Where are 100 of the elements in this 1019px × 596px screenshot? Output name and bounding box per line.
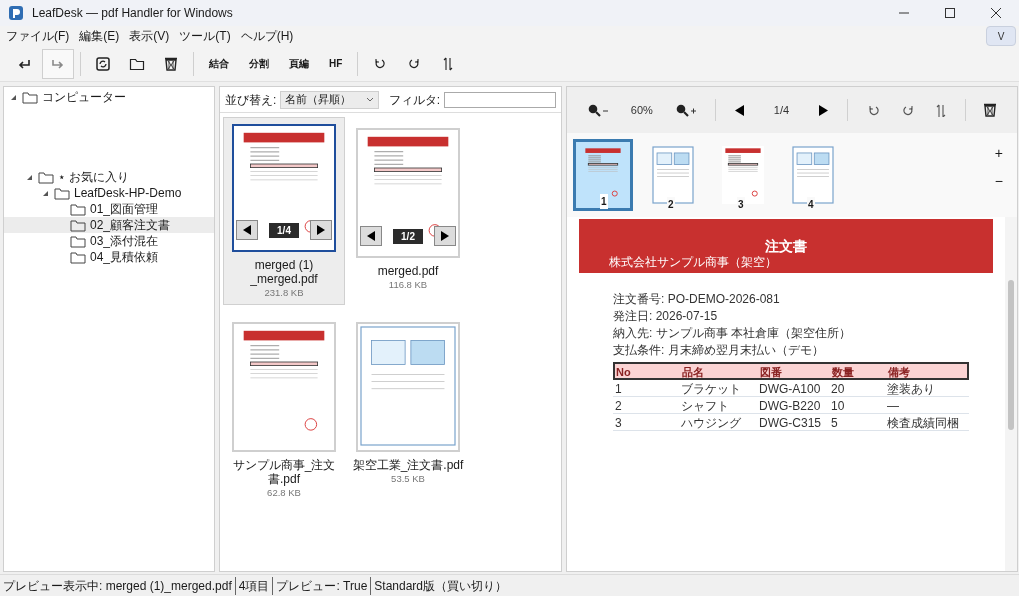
zoom-in-button[interactable]: + bbox=[994, 145, 1003, 161]
page-number: 1 bbox=[600, 194, 608, 209]
file-size: 231.8 KB bbox=[264, 286, 304, 300]
left-triangle-icon bbox=[367, 231, 375, 241]
menu-item[interactable]: 編集(E) bbox=[79, 27, 120, 45]
right-triangle-icon bbox=[441, 231, 449, 241]
toolbar-button[interactable]: 結合 bbox=[200, 48, 238, 79]
refresh-icon bbox=[95, 55, 111, 72]
window-title: LeafDesk — pdf Handler for Windows bbox=[32, 5, 234, 22]
toolbar-button[interactable]: 分割 bbox=[240, 48, 278, 79]
folder-icon bbox=[70, 234, 86, 248]
next-page-button[interactable] bbox=[434, 226, 456, 246]
file-size: 53.5 KB bbox=[391, 472, 425, 487]
file-size: 62.8 KB bbox=[267, 486, 301, 501]
app-logo-icon bbox=[8, 5, 24, 21]
table-cell-text: 検査成績同梱 bbox=[887, 415, 960, 432]
menu-item[interactable]: ツール(T) bbox=[179, 27, 231, 45]
menu-item[interactable]: ヘルプ(H) bbox=[240, 27, 294, 45]
right-triangle-icon bbox=[819, 104, 829, 116]
maximize-icon bbox=[945, 8, 955, 18]
expand-arrow-icon[interactable] bbox=[26, 173, 33, 181]
previous-page-button[interactable] bbox=[236, 220, 258, 240]
table-cell-text: DWG-A100 bbox=[759, 381, 822, 398]
table-cell-text: 1 bbox=[615, 381, 623, 398]
vertical-scrollbar[interactable] bbox=[1005, 217, 1017, 571]
table-cell-text: シャフト bbox=[681, 398, 730, 415]
close-icon bbox=[991, 8, 1001, 18]
zoom-level: 60% bbox=[629, 102, 654, 118]
table-cell-text: 20 bbox=[831, 381, 846, 398]
menu-item[interactable]: 表示(V) bbox=[129, 27, 170, 45]
previous-page-button[interactable] bbox=[360, 226, 382, 246]
page-thumbnail[interactable]: 4 bbox=[783, 139, 843, 211]
left-triangle-icon bbox=[734, 104, 744, 116]
left-triangle-icon bbox=[243, 225, 251, 235]
document-field: 納入先: サンプル商事 本社倉庫（架空住所） bbox=[613, 325, 993, 341]
zoom-in-icon bbox=[674, 103, 697, 117]
document-field: 発注日: 2026-07-15 bbox=[613, 308, 993, 324]
sort-label: 並び替え: bbox=[225, 91, 277, 109]
file-name: 架空工業_注文書.pdf bbox=[352, 458, 464, 473]
tree-item[interactable]: 04_見積依頼 bbox=[90, 250, 159, 264]
filter-field[interactable] bbox=[444, 91, 556, 108]
column-header: 数量 bbox=[831, 365, 855, 380]
folder-icon bbox=[22, 90, 38, 104]
chevron-down-icon bbox=[365, 97, 374, 102]
tree-item[interactable]: 02_顧客注文書 bbox=[90, 218, 171, 232]
document-thumbnail[interactable] bbox=[360, 326, 456, 447]
zoom-out-button[interactable]: − bbox=[994, 173, 1003, 189]
folder-icon bbox=[70, 218, 86, 232]
toolbar-button[interactable]: HF bbox=[320, 48, 352, 79]
status-text: プレビュー: True bbox=[276, 577, 368, 595]
collapse-button[interactable]: V bbox=[986, 26, 1016, 46]
table-cell-text: — bbox=[887, 398, 900, 415]
folder-icon bbox=[70, 202, 86, 216]
page-thumbnail[interactable]: 3 bbox=[713, 139, 773, 211]
company-name: 株式会社サンプル商事（架空） bbox=[609, 254, 777, 271]
table-cell-text: 10 bbox=[831, 398, 846, 415]
tree-item[interactable]: ⋆ お気に入り bbox=[58, 170, 130, 184]
sort-dropdown[interactable]: 名前（昇順） bbox=[280, 90, 379, 109]
table-cell-text: ハウジング bbox=[681, 415, 742, 432]
column-header: No bbox=[615, 365, 632, 380]
document-field: 注文番号: PO-DEMO-2026-081 bbox=[613, 291, 993, 307]
file-name: merged (1) _merged.pdf bbox=[249, 258, 319, 286]
table-cell-text: DWG-B220 bbox=[759, 398, 822, 415]
file-name: merged.pdf bbox=[376, 264, 440, 278]
table-cell-text: ブラケット bbox=[681, 381, 742, 398]
document-field: 支払条件: 月末締め翌月末払い（デモ） bbox=[613, 342, 993, 358]
file-size: 116.8 KB bbox=[388, 278, 428, 292]
zoom-out-icon bbox=[586, 103, 609, 117]
trash-icon bbox=[982, 102, 999, 118]
status-text: 4項目 bbox=[238, 577, 270, 595]
filter-label: フィルタ: bbox=[388, 91, 440, 109]
status-text: Standard版（買い切り） bbox=[374, 577, 508, 595]
trash-icon bbox=[163, 55, 179, 72]
next-page-button[interactable] bbox=[310, 220, 332, 240]
tree-item[interactable]: 03_添付混在 bbox=[90, 234, 159, 248]
page-indicator: 1/4 bbox=[772, 102, 791, 118]
table-cell-text: 5 bbox=[831, 415, 839, 432]
menu-item[interactable]: ファイル(F) bbox=[6, 27, 70, 45]
table-cell-text: 3 bbox=[615, 415, 623, 432]
expand-arrow-icon[interactable] bbox=[10, 93, 17, 101]
folder-icon bbox=[70, 250, 86, 264]
column-header: 備考 bbox=[887, 365, 911, 380]
right-triangle-icon bbox=[317, 225, 325, 235]
document-title: 注文書 bbox=[765, 236, 807, 256]
folder-icon bbox=[38, 170, 54, 184]
rotate-left-icon bbox=[866, 103, 881, 117]
tree-item[interactable]: 01_図面管理 bbox=[90, 202, 159, 216]
tree-item[interactable]: コンピューター bbox=[42, 90, 126, 104]
tree-item[interactable]: LeafDesk-HP-Demo bbox=[74, 186, 182, 200]
expand-arrow-icon[interactable] bbox=[42, 189, 49, 197]
table-cell-text: 塗装あり bbox=[887, 381, 936, 398]
status-text: プレビュー表示中: merged (1)_merged.pdf bbox=[2, 577, 232, 595]
tree-row-highlight[interactable]: 02_顧客注文書 bbox=[4, 217, 214, 233]
table-cell-text: 2 bbox=[615, 398, 623, 415]
toolbar-button[interactable]: 頁編 bbox=[280, 48, 318, 79]
page-thumbnail[interactable]: 1 bbox=[573, 139, 633, 211]
table-cell-text: DWG-C315 bbox=[759, 415, 822, 432]
file-card[interactable]: 1/4 merged (1) _merged.pdf 231.8 KB bbox=[223, 117, 345, 306]
page-thumbnail[interactable]: 2 bbox=[643, 139, 703, 211]
column-header: 図番 bbox=[759, 365, 783, 380]
